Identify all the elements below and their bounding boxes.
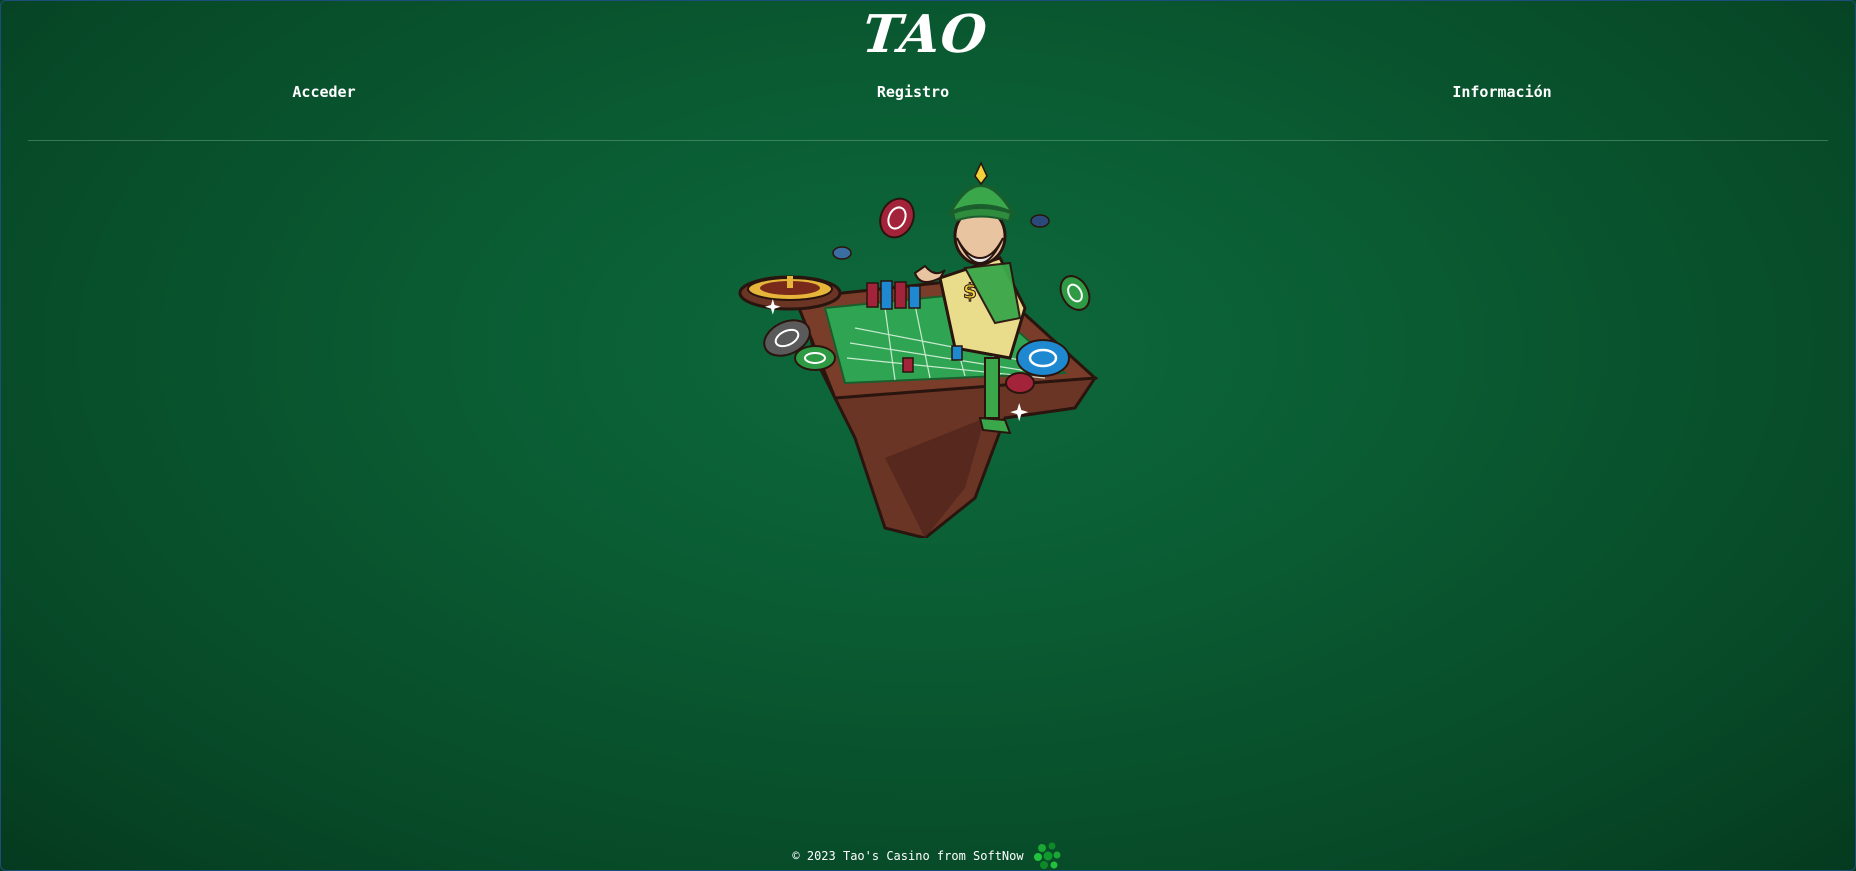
nav-acceder-link[interactable]: Acceder	[292, 83, 355, 101]
svg-text:$: $	[963, 279, 977, 303]
header-divider	[28, 140, 1828, 141]
softnow-logo-icon[interactable]	[1032, 842, 1064, 870]
nav-registro-link[interactable]: Registro	[877, 83, 949, 101]
footer: © 2023 Tao's Casino from SoftNow	[0, 842, 1856, 869]
nav-informacion-link[interactable]: Información	[1452, 83, 1551, 101]
casino-mascot-illustration: $	[738, 161, 1099, 538]
footer-copyright: © 2023 Tao's Casino from SoftNow	[792, 849, 1024, 863]
tao-logo[interactable]: TAO	[857, 4, 993, 65]
main-nav: Acceder Registro Información	[0, 83, 1856, 107]
